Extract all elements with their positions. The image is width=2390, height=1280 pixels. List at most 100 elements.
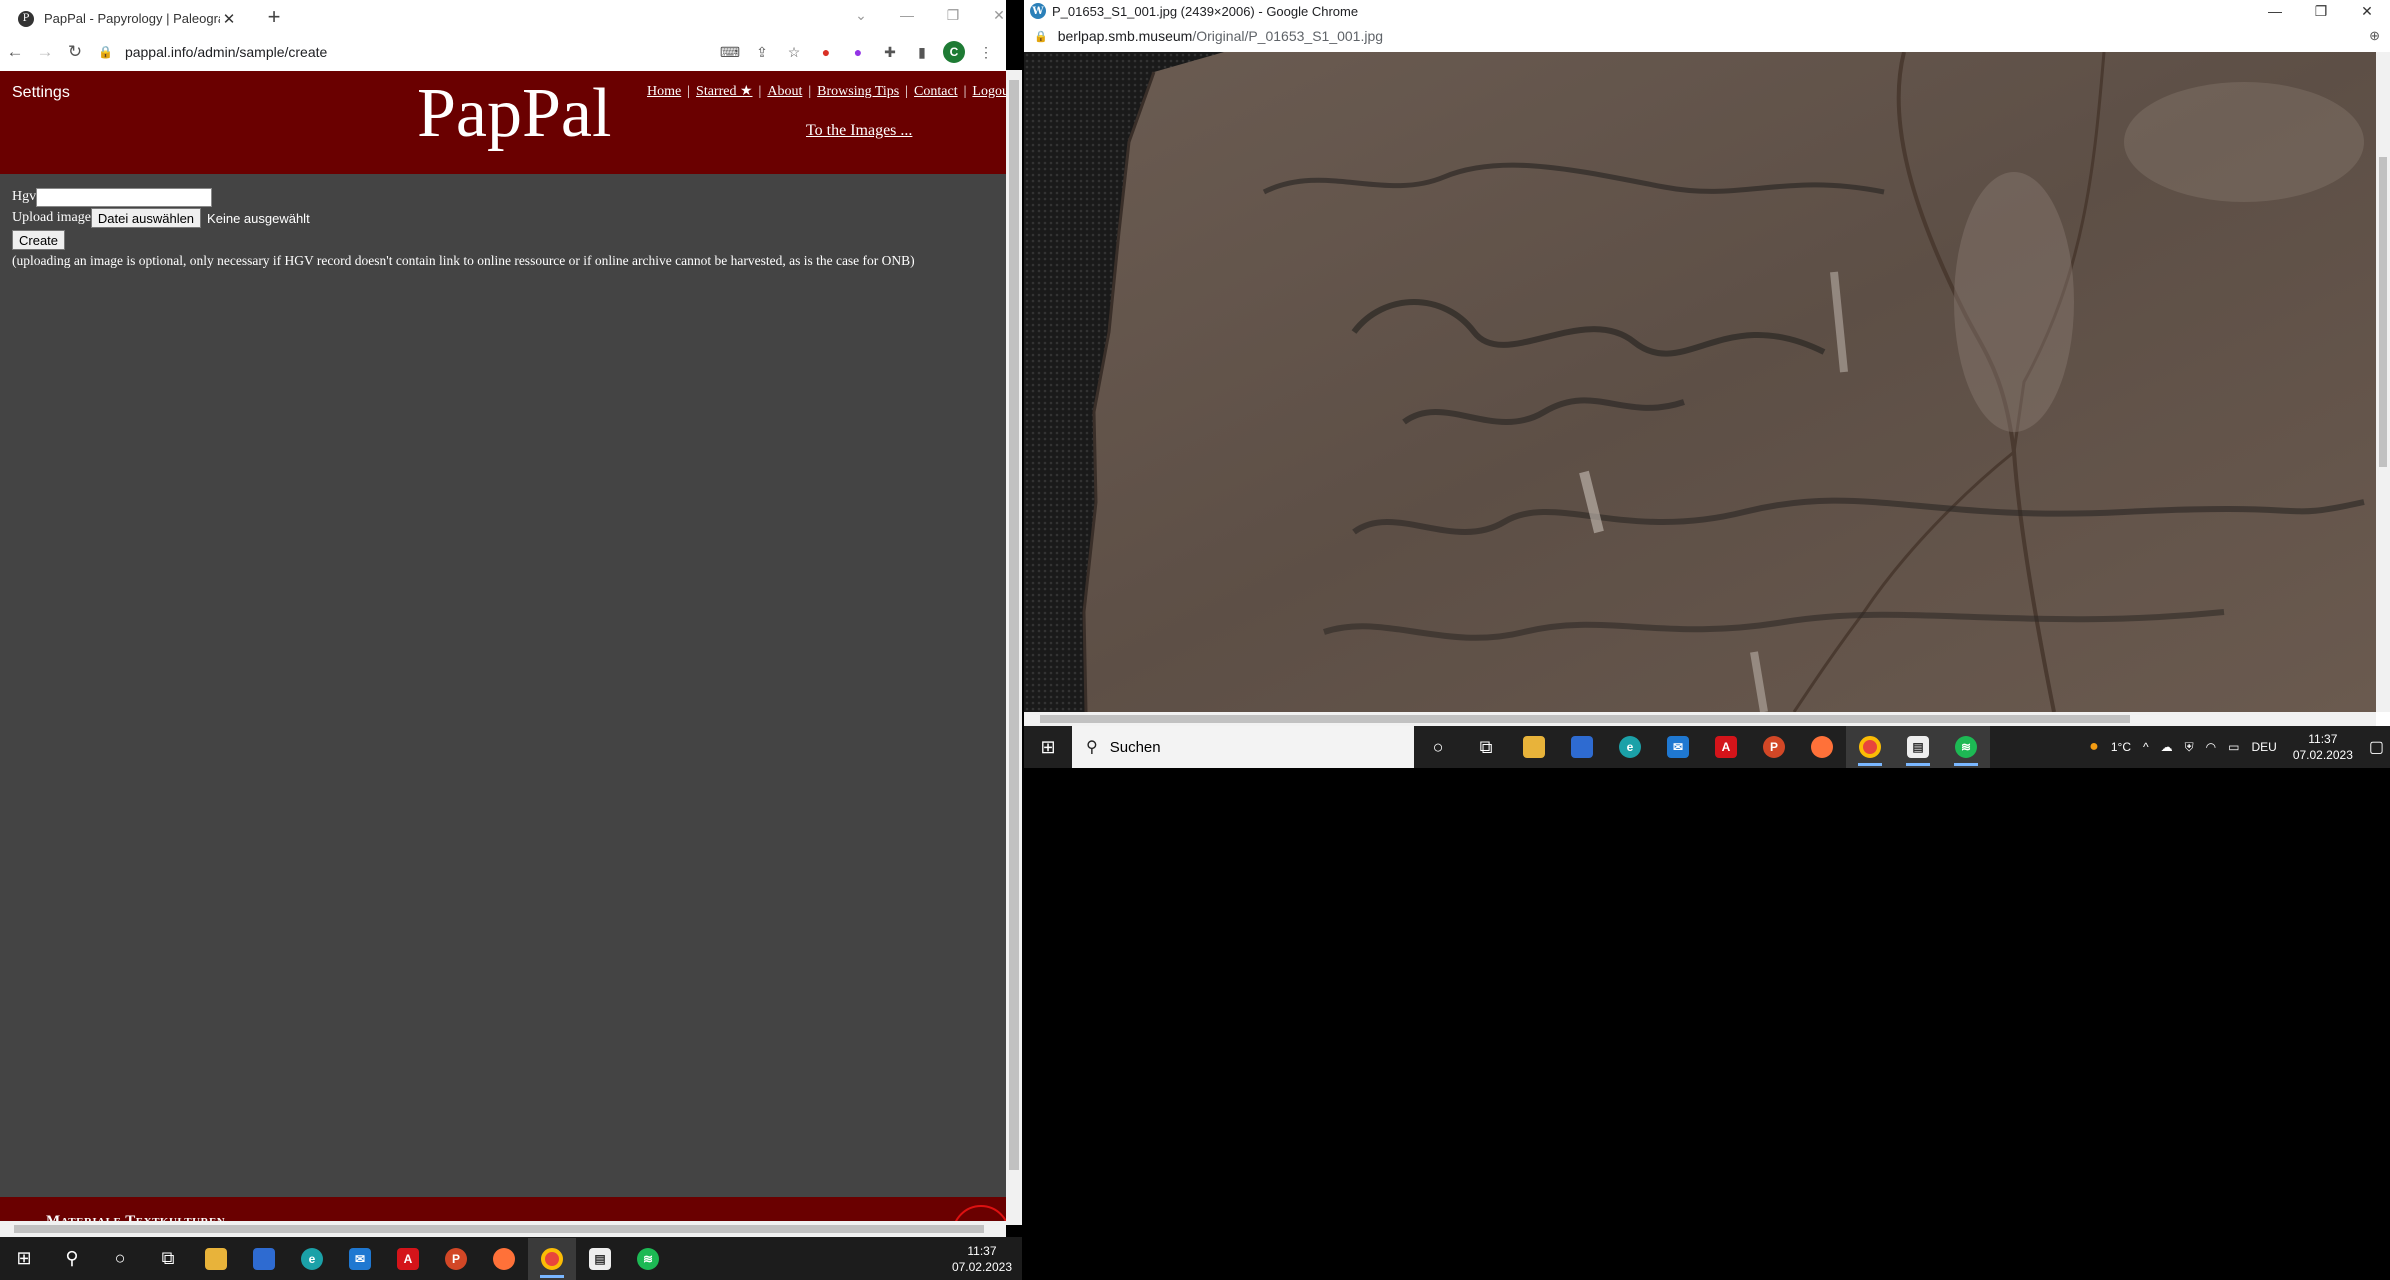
- close-window-icon[interactable]: ✕: [976, 0, 1006, 30]
- share-icon[interactable]: ⇪: [746, 37, 778, 67]
- lock-icon: 🔒: [1034, 30, 1048, 43]
- task-view-icon[interactable]: ⧉: [1462, 726, 1510, 768]
- new-tab-button[interactable]: +: [260, 4, 288, 30]
- minimize-icon[interactable]: —: [884, 0, 930, 30]
- battery-icon[interactable]: ▭: [2228, 740, 2239, 754]
- bookmark-star-icon[interactable]: ☆: [778, 37, 810, 67]
- chrome-icon[interactable]: [1846, 726, 1894, 768]
- back-icon[interactable]: ←: [0, 37, 30, 67]
- url-path: /Original/P_01653_S1_001.jpg: [1192, 28, 1384, 44]
- restore-icon[interactable]: ❐: [2298, 0, 2344, 22]
- right-browser-window: W P_01653_S1_001.jpg (2439×2006) - Googl…: [1024, 0, 2390, 726]
- site-header: Settings PapPal Home | Starred ★ | About | Bro…: [0, 71, 1006, 174]
- nav-starred[interactable]: Starred ★: [696, 84, 752, 99]
- window-title-bar: W P_01653_S1_001.jpg (2439×2006) - Googl…: [1024, 0, 2390, 22]
- extensions-puzzle-icon[interactable]: ✚: [874, 37, 906, 67]
- window-controls: ⌄ — ❐ ✕: [838, 0, 1006, 30]
- tray-chevron-icon[interactable]: ^: [2143, 740, 2149, 754]
- notes-app-icon[interactable]: ▤: [576, 1238, 624, 1280]
- edge-icon[interactable]: e: [288, 1238, 336, 1280]
- weather-icon[interactable]: ●: [2089, 738, 2099, 756]
- create-sample-form: Hgv Upload image Datei auswählen Keine a…: [12, 187, 915, 269]
- site-logo[interactable]: PapPal: [417, 74, 611, 154]
- papyrus-image[interactable]: [1024, 52, 2376, 712]
- choose-file-button[interactable]: Datei auswählen: [90, 208, 202, 228]
- nav-about[interactable]: About: [767, 84, 802, 99]
- clock-date: 07.02.2023: [2292, 748, 2353, 762]
- clock[interactable]: 11:37 07.02.2023: [2293, 731, 2353, 763]
- side-panel-icon[interactable]: ▮: [906, 37, 938, 67]
- cortana-icon[interactable]: ○: [96, 1238, 144, 1280]
- start-windows-icon[interactable]: ⊞: [0, 1238, 48, 1280]
- extension-purple-icon[interactable]: ●: [842, 37, 874, 67]
- mail-icon[interactable]: ✉: [336, 1238, 384, 1280]
- menu-kebab-icon[interactable]: ⋮: [970, 37, 1002, 67]
- to-images-link[interactable]: To the Images ...: [806, 122, 912, 140]
- file-explorer-icon[interactable]: [192, 1238, 240, 1280]
- language-indicator[interactable]: DEU: [2251, 740, 2276, 754]
- file-explorer-icon[interactable]: [1510, 726, 1558, 768]
- security-icon[interactable]: ⛨: [2185, 740, 2194, 755]
- horizontal-scrollbar[interactable]: [0, 1221, 1006, 1237]
- address-bar[interactable]: 🔒 berlpap.smb.museum/Original/P_01653_S1…: [1024, 23, 2390, 49]
- address-bar[interactable]: 🔒 pappal.info/admin/sample/create: [90, 37, 714, 67]
- tab-pappal[interactable]: P PapPal - Papyrology | Paleograph ✕: [8, 3, 248, 34]
- main-nav: Home | Starred ★ | About | Browsing Tips | Conta…: [647, 83, 1006, 100]
- taskbar-right: ⊞ ⚲ Suchen ○ ⧉ e ✉ A P ▤ ≋ ● 1°C ^ ☁ ⛨ ◠…: [1024, 726, 2390, 768]
- edge-icon[interactable]: e: [1606, 726, 1654, 768]
- weather-temp[interactable]: 1°C: [2111, 740, 2131, 754]
- wifi-icon[interactable]: ◠: [2206, 740, 2216, 754]
- spotify-icon[interactable]: ≋: [1942, 726, 1990, 768]
- vertical-scrollbar[interactable]: [2376, 52, 2390, 712]
- firefox-icon[interactable]: [1798, 726, 1846, 768]
- nav-home[interactable]: Home: [647, 84, 681, 99]
- hgv-input[interactable]: [36, 187, 213, 207]
- cortana-icon[interactable]: ○: [1414, 726, 1462, 768]
- file-status-text: Keine ausgewählt: [207, 210, 310, 226]
- create-button[interactable]: Create: [12, 230, 66, 250]
- close-window-icon[interactable]: ✕: [2344, 0, 2390, 22]
- powerpoint-icon[interactable]: P: [432, 1238, 480, 1280]
- onedrive-icon[interactable]: ☁: [2161, 740, 2173, 754]
- acrobat-icon[interactable]: A: [384, 1238, 432, 1280]
- horizontal-scrollbar[interactable]: [1024, 712, 2376, 726]
- translate-icon[interactable]: ⌨: [714, 37, 746, 67]
- firefox-icon[interactable]: [480, 1238, 528, 1280]
- taskbar-search-box[interactable]: ⚲ Suchen: [1072, 726, 1414, 768]
- tab-title: PapPal - Papyrology | Paleograph: [44, 11, 220, 26]
- extension-red-icon[interactable]: ●: [810, 37, 842, 67]
- profile-avatar[interactable]: C: [938, 37, 970, 67]
- store-icon[interactable]: [240, 1238, 288, 1280]
- acrobat-icon[interactable]: A: [1702, 726, 1750, 768]
- tab-search-icon[interactable]: ⌄: [838, 0, 884, 30]
- vertical-scrollbar[interactable]: [1006, 70, 1022, 1225]
- notes-app-icon[interactable]: ▤: [1894, 726, 1942, 768]
- store-icon[interactable]: [1558, 726, 1606, 768]
- reload-icon[interactable]: ↻: [60, 37, 90, 67]
- start-windows-icon[interactable]: ⊞: [1024, 726, 1072, 768]
- nav-logout[interactable]: Logout: [972, 84, 1006, 99]
- nav-contact[interactable]: Contact: [914, 84, 958, 99]
- hgv-label: Hgv: [12, 189, 37, 204]
- url-host: berlpap.smb.museum: [1057, 28, 1193, 44]
- restore-icon[interactable]: ❐: [930, 0, 976, 30]
- settings-link[interactable]: Settings: [12, 84, 70, 102]
- forward-icon[interactable]: →: [30, 37, 60, 67]
- minimize-icon[interactable]: —: [2252, 0, 2298, 22]
- site-favicon-icon: P: [18, 10, 34, 27]
- clock-time: 11:37: [2308, 732, 2338, 746]
- notifications-icon[interactable]: ▢: [2369, 737, 2384, 757]
- search-placeholder: Suchen: [1109, 738, 1161, 756]
- search-icon[interactable]: ⚲: [48, 1238, 96, 1280]
- clock-time: 11:37: [967, 1243, 997, 1258]
- clock[interactable]: 11:37 07.02.2023: [952, 1243, 1012, 1275]
- powerpoint-icon[interactable]: P: [1750, 726, 1798, 768]
- spotify-icon[interactable]: ≋: [624, 1238, 672, 1280]
- extensions-row: ⌨ ⇪ ☆ ● ● ✚ ▮ C ⋮: [714, 37, 1002, 67]
- chrome-icon[interactable]: [528, 1237, 576, 1280]
- task-view-icon[interactable]: ⧉: [144, 1238, 192, 1280]
- mail-icon[interactable]: ✉: [1654, 726, 1702, 768]
- tab-close-icon[interactable]: ✕: [220, 10, 238, 28]
- zoom-icon[interactable]: ⊕: [2369, 28, 2380, 44]
- nav-browsing-tips[interactable]: Browsing Tips: [817, 84, 899, 99]
